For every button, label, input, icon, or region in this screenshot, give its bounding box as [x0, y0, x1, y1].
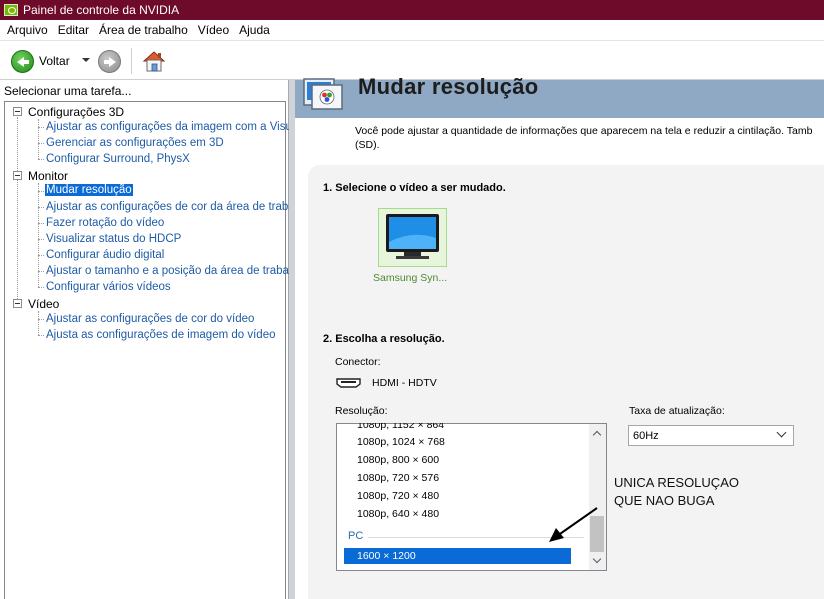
- annotation-arrow-icon: [549, 507, 598, 542]
- back-button-label[interactable]: Voltar: [39, 54, 70, 68]
- page-title: Mudar resolução: [358, 74, 539, 99]
- tree-item-video-color[interactable]: Ajustar as configurações de cor do vídeo: [46, 313, 254, 325]
- tree-item-surround-physx[interactable]: Configurar Surround, PhysX: [46, 153, 190, 165]
- tree-item-multiple-displays[interactable]: Configurar vários vídeos: [46, 281, 171, 293]
- tree-item-video-image[interactable]: Ajusta as configurações de imagem do víd…: [46, 329, 276, 341]
- tree-line: [17, 117, 18, 303]
- tree-item-change-resolution[interactable]: Mudar resolução: [45, 184, 133, 196]
- tree-category-video[interactable]: Vídeo: [28, 297, 59, 311]
- tree-line: [38, 287, 44, 288]
- menu-bar: Arquivo Editar Área de trabalho Vídeo Aj…: [0, 20, 824, 40]
- page-description-line: (SD).: [355, 139, 380, 151]
- scroll-down-button[interactable]: [589, 554, 606, 568]
- resolution-option[interactable]: 1080p, 800 × 600: [357, 454, 439, 466]
- tree-line: [38, 335, 44, 336]
- toolbar-separator: [131, 48, 132, 74]
- tree-item-3d-manage[interactable]: Gerenciar as configurações em 3D: [46, 137, 224, 149]
- collapse-video-icon[interactable]: [13, 299, 22, 308]
- resolution-option[interactable]: 1080p, 720 × 576: [357, 472, 439, 484]
- tree-item-digital-audio[interactable]: Configurar áudio digital: [46, 249, 164, 261]
- annotation-line: UNICA RESOLUÇAO: [614, 475, 739, 490]
- connector-label: Conector:: [335, 356, 381, 368]
- monitor-icon[interactable]: [382, 212, 443, 263]
- chevron-down-icon: [592, 554, 602, 564]
- page-description: Você pode ajustar a quantidade de inform…: [355, 124, 824, 152]
- resolution-label: Resolução:: [335, 405, 388, 417]
- tree-item-desktop-color[interactable]: Ajustar as configurações de cor da área …: [46, 201, 297, 213]
- chevron-up-icon: [592, 430, 602, 440]
- tree-line: [38, 207, 44, 208]
- tree-item-rotate-display[interactable]: Fazer rotação do vídeo: [46, 217, 164, 229]
- resolution-group-pc: PC: [348, 530, 364, 542]
- tree-line: [38, 319, 44, 320]
- tree-line: [38, 119, 39, 159]
- title-bar: Painel de controle da NVIDIA: [0, 0, 824, 20]
- tree-item-hdcp-status[interactable]: Visualizar status do HDCP: [46, 233, 181, 245]
- menu-area-de-trabalho[interactable]: Área de trabalho: [94, 23, 193, 37]
- tree-line: [38, 159, 44, 160]
- refresh-rate-value[interactable]: 60Hz: [633, 430, 659, 442]
- home-icon[interactable]: [141, 48, 167, 74]
- hdmi-connector-icon: [336, 378, 361, 388]
- back-history-dropdown-icon[interactable]: [82, 58, 90, 62]
- tree-line: [38, 311, 39, 335]
- resolution-option[interactable]: 1080p, 1024 × 768: [357, 436, 445, 448]
- menu-video[interactable]: Vídeo: [193, 23, 234, 37]
- nvidia-app-icon: [4, 4, 18, 16]
- resolution-option-selected[interactable]: 1600 × 1200: [344, 548, 571, 564]
- back-arrow-icon[interactable]: [11, 50, 34, 73]
- tree-line: [38, 191, 44, 192]
- tree-line: [38, 255, 44, 256]
- tree-category-monitor[interactable]: Monitor: [28, 169, 68, 183]
- tree-line: [38, 223, 44, 224]
- scroll-up-button[interactable]: [589, 426, 606, 440]
- connector-value: HDMI - HDTV: [372, 377, 437, 389]
- tree-item-desktop-size-position[interactable]: Ajustar o tamanho e a posição da área de…: [46, 265, 298, 277]
- collapse-3d-icon[interactable]: [13, 107, 22, 116]
- display-settings-icon: [303, 78, 343, 110]
- refresh-rate-label: Taxa de atualização:: [629, 405, 725, 417]
- display-name-label[interactable]: Samsung Syn...: [373, 272, 447, 284]
- tree-line: [38, 271, 44, 272]
- task-panel-header: Selecionar uma tarefa...: [4, 84, 132, 98]
- menu-editar[interactable]: Editar: [53, 23, 94, 37]
- forward-arrow-icon[interactable]: [98, 50, 121, 73]
- page-description-line: Você pode ajustar a quantidade de inform…: [355, 125, 813, 137]
- resolution-option[interactable]: 1080p, 720 × 480: [357, 490, 439, 502]
- tree-line: [38, 239, 44, 240]
- section-choose-resolution-title: 2. Escolha a resolução.: [323, 333, 445, 345]
- collapse-monitor-icon[interactable]: [13, 171, 22, 180]
- tree-line: [38, 143, 44, 144]
- menu-arquivo[interactable]: Arquivo: [2, 23, 53, 37]
- resolution-option[interactable]: 1080p, 640 × 480: [357, 508, 439, 520]
- window-title: Painel de controle da NVIDIA: [23, 3, 180, 17]
- tree-line: [38, 127, 44, 128]
- tree-category-3d[interactable]: Configurações 3D: [28, 105, 124, 119]
- section-select-display-title: 1. Selecione o vídeo a ser mudado.: [323, 182, 506, 194]
- menu-ajuda[interactable]: Ajuda: [234, 23, 275, 37]
- tree-item-3d-image-settings[interactable]: Ajustar as configurações da imagem com a…: [46, 121, 303, 133]
